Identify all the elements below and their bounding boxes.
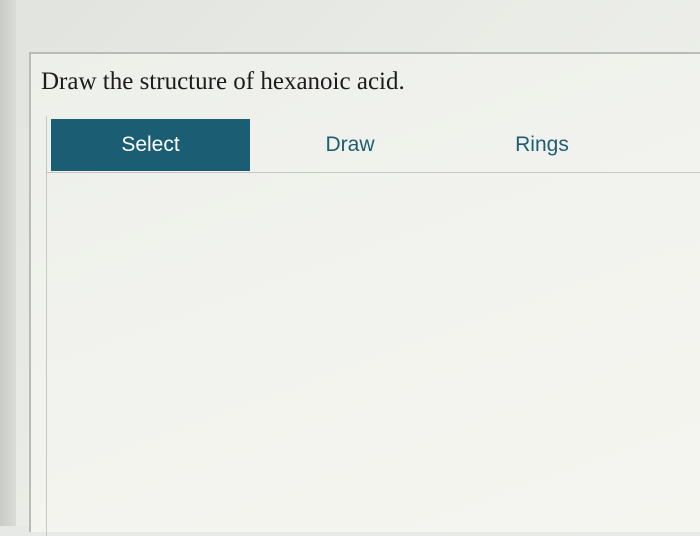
editor-toolbar: Select Draw Rings [47,116,700,173]
tab-draw[interactable]: Draw [287,119,413,171]
screen: Draw the structure of hexanoic acid. Sel… [0,0,700,536]
question-prompt: Draw the structure of hexanoic acid. [41,68,405,95]
structure-editor: Select Draw Rings [46,116,700,536]
question-panel: Draw the structure of hexanoic acid. Sel… [29,52,700,536]
monitor-bezel [0,0,16,526]
tab-select[interactable]: Select [51,119,250,171]
drawing-canvas[interactable] [47,174,700,536]
tab-rings[interactable]: Rings [477,119,607,171]
